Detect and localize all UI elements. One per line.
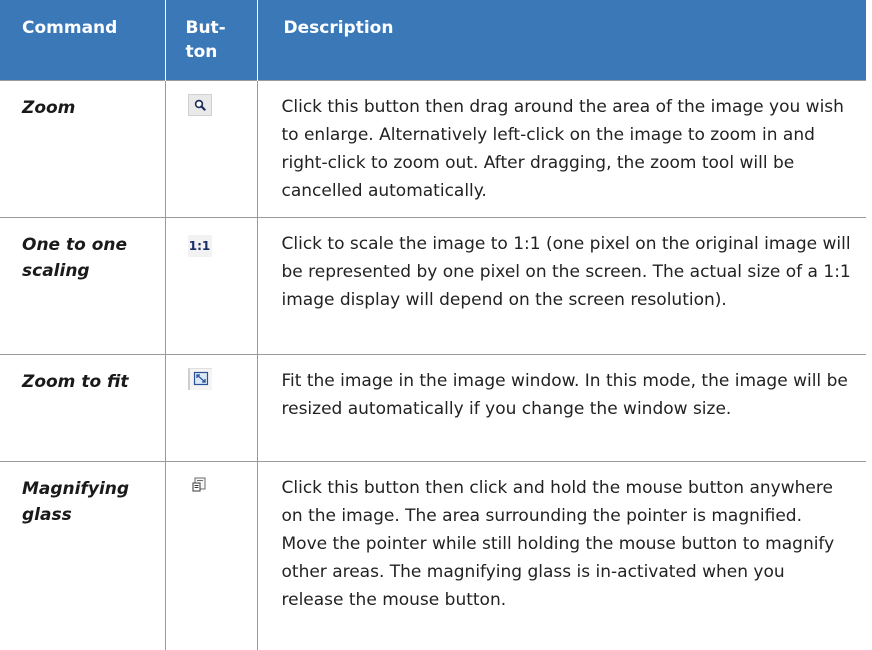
- table-row: One to one scaling 1:1 Click to scale th…: [0, 218, 866, 355]
- header-command: Command: [0, 0, 165, 81]
- header-button-line1: But-: [186, 18, 226, 38]
- table-row: Zoom Click this button then drag around …: [0, 81, 866, 218]
- header-button-line2: ton: [186, 42, 218, 62]
- command-name: Magnifying glass: [0, 462, 165, 650]
- command-description: Click this button then click and hold th…: [257, 462, 866, 650]
- command-button-cell: [165, 355, 257, 462]
- command-description: Click to scale the image to 1:1 (one pix…: [257, 218, 866, 355]
- one-to-one-icon: 1:1: [188, 235, 212, 257]
- command-name: Zoom to fit: [0, 355, 165, 462]
- zoom-to-fit-icon: [188, 368, 212, 390]
- command-name: Zoom: [0, 81, 165, 218]
- command-button-cell: [165, 81, 257, 218]
- header-button: But-ton: [165, 0, 257, 81]
- table-row: Zoom to fit Fit the image in the image w…: [0, 355, 866, 462]
- magnifying-glass-icon: [188, 475, 212, 497]
- command-description: Fit the image in the image window. In th…: [257, 355, 866, 462]
- header-description: Description: [257, 0, 866, 81]
- command-table: Command But-ton Description Zoom Click t…: [0, 0, 866, 650]
- command-button-cell: [165, 462, 257, 650]
- command-button-cell: 1:1: [165, 218, 257, 355]
- command-description: Click this button then drag around the a…: [257, 81, 866, 218]
- table-row: Magnifying glass Click this button then …: [0, 462, 866, 650]
- command-name: One to one scaling: [0, 218, 165, 355]
- table-header-row: Command But-ton Description: [0, 0, 866, 81]
- zoom-magnifier-icon: [188, 94, 212, 116]
